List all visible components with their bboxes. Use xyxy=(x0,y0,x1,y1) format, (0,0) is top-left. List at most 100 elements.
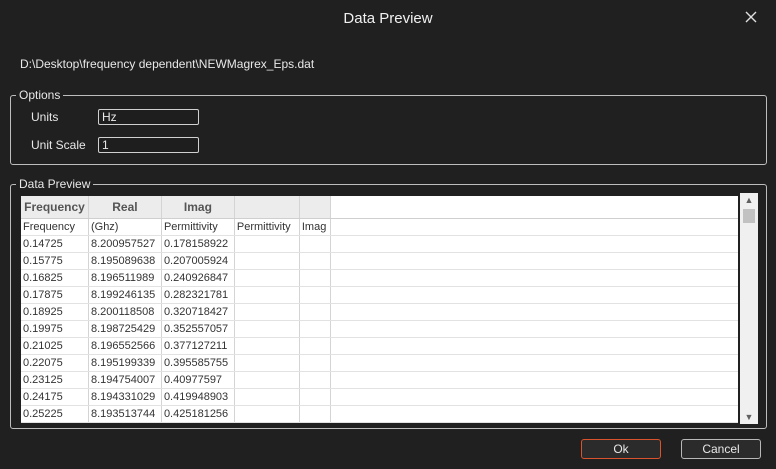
table-cell[interactable]: Permittivity xyxy=(161,218,235,236)
table-cell[interactable] xyxy=(234,337,300,355)
table-cell[interactable] xyxy=(299,252,331,270)
table-cell[interactable] xyxy=(299,388,331,406)
table-cell[interactable] xyxy=(330,388,738,406)
table-cell[interactable]: 0.178158922 xyxy=(161,235,235,253)
table-cell[interactable] xyxy=(234,405,300,423)
table-cell[interactable]: 8.193513744 xyxy=(88,405,162,423)
vertical-scrollbar[interactable]: ▲ ▼ xyxy=(740,193,758,424)
table-row[interactable]: 0.23125 8.194754007 0.40977597 xyxy=(21,371,738,389)
table-cell[interactable]: 0.17875 xyxy=(21,286,89,304)
table-cell[interactable]: 8.199246135 xyxy=(88,286,162,304)
table-cell[interactable]: 0.14725 xyxy=(21,235,89,253)
table-row[interactable]: 0.21025 8.196552566 0.377127211 xyxy=(21,337,738,355)
table-row[interactable]: 0.18925 8.200118508 0.320718427 xyxy=(21,303,738,321)
close-button[interactable] xyxy=(740,6,762,28)
table-cell[interactable] xyxy=(234,388,300,406)
table-cell[interactable]: (Ghz) xyxy=(88,218,162,236)
table-row[interactable]: 0.19975 8.198725429 0.352557057 xyxy=(21,320,738,338)
table-cell[interactable]: 0.377127211 xyxy=(161,337,235,355)
table-cell[interactable] xyxy=(330,405,738,423)
table-cell[interactable] xyxy=(234,252,300,270)
table-cell[interactable]: 8.195089638 xyxy=(88,252,162,270)
table-cell[interactable] xyxy=(299,286,331,304)
table-row[interactable]: 0.14725 8.200957527 0.178158922 xyxy=(21,235,738,253)
table-cell[interactable]: Imag xyxy=(299,218,331,236)
table-cell[interactable] xyxy=(330,252,738,270)
ok-button[interactable]: Ok xyxy=(581,439,661,459)
table-cell[interactable]: 0.25225 xyxy=(21,405,89,423)
scroll-up-arrow-icon[interactable]: ▲ xyxy=(740,193,758,207)
table-cell[interactable]: 0.352557057 xyxy=(161,320,235,338)
table-cell[interactable] xyxy=(330,235,738,253)
table-cell[interactable]: 0.425181256 xyxy=(161,405,235,423)
table-cell[interactable]: 0.395585755 xyxy=(161,354,235,372)
table-cell[interactable] xyxy=(299,320,331,338)
table-cell[interactable]: 0.282321781 xyxy=(161,286,235,304)
table-row[interactable]: 0.16825 8.196511989 0.240926847 xyxy=(21,269,738,287)
column-header[interactable] xyxy=(234,196,300,219)
table-row[interactable]: 0.24175 8.194331029 0.419948903 xyxy=(21,388,738,406)
column-header[interactable]: Real xyxy=(88,196,162,219)
table-cell[interactable] xyxy=(234,354,300,372)
table-cell[interactable]: 8.200118508 xyxy=(88,303,162,321)
scroll-thumb[interactable] xyxy=(743,209,755,223)
table-cell[interactable] xyxy=(330,371,738,389)
table-cell[interactable]: 8.196552566 xyxy=(88,337,162,355)
table-cell[interactable] xyxy=(234,371,300,389)
column-header[interactable]: Imag xyxy=(161,196,235,219)
table-cell[interactable]: 8.196511989 xyxy=(88,269,162,287)
table-cell[interactable] xyxy=(330,286,738,304)
table-cell[interactable]: 0.240926847 xyxy=(161,269,235,287)
table-cell[interactable] xyxy=(234,320,300,338)
table-cell[interactable]: 0.320718427 xyxy=(161,303,235,321)
table-cell[interactable]: 8.194754007 xyxy=(88,371,162,389)
table-cell[interactable]: 0.18925 xyxy=(21,303,89,321)
table-row[interactable]: 0.17875 8.199246135 0.282321781 xyxy=(21,286,738,304)
table-row[interactable]: 0.15775 8.195089638 0.207005924 xyxy=(21,252,738,270)
table-row[interactable]: 0.25225 8.193513744 0.425181256 xyxy=(21,405,738,423)
table-cell[interactable] xyxy=(330,354,738,372)
table-cell[interactable]: 0.15775 xyxy=(21,252,89,270)
table-cell[interactable]: 0.207005924 xyxy=(161,252,235,270)
table-cell[interactable] xyxy=(299,354,331,372)
table-cell[interactable] xyxy=(299,405,331,423)
table-cell[interactable] xyxy=(299,371,331,389)
table-cell[interactable]: 0.16825 xyxy=(21,269,89,287)
table-cell[interactable]: 0.21025 xyxy=(21,337,89,355)
table-cell[interactable] xyxy=(299,269,331,287)
table-cell[interactable] xyxy=(330,269,738,287)
table-cell[interactable]: 0.24175 xyxy=(21,388,89,406)
table-cell[interactable]: 0.22075 xyxy=(21,354,89,372)
cancel-button[interactable]: Cancel xyxy=(681,439,761,459)
table-row[interactable]: 0.22075 8.195199339 0.395585755 xyxy=(21,354,738,372)
table-cell[interactable]: 0.40977597 xyxy=(161,371,235,389)
data-grid[interactable]: Frequency Real Imag Frequency (Ghz) Permit… xyxy=(21,196,738,423)
table-cell[interactable] xyxy=(234,269,300,287)
table-cell[interactable] xyxy=(299,303,331,321)
table-cell[interactable]: 0.23125 xyxy=(21,371,89,389)
table-cell[interactable] xyxy=(330,303,738,321)
unit-scale-field[interactable] xyxy=(98,137,199,153)
table-cell[interactable]: 8.198725429 xyxy=(88,320,162,338)
scroll-down-arrow-icon[interactable]: ▼ xyxy=(740,410,758,424)
table-cell[interactable] xyxy=(234,235,300,253)
table-cell[interactable]: 0.419948903 xyxy=(161,388,235,406)
unit-scale-label: Unit Scale xyxy=(31,138,86,152)
table-cell[interactable] xyxy=(330,320,738,338)
units-field[interactable] xyxy=(98,109,199,125)
table-cell[interactable]: Permittivity xyxy=(234,218,300,236)
table-cell[interactable]: 8.195199339 xyxy=(88,354,162,372)
table-cell[interactable] xyxy=(234,303,300,321)
table-cell[interactable] xyxy=(299,337,331,355)
table-cell[interactable]: 0.19975 xyxy=(21,320,89,338)
table-cell[interactable] xyxy=(234,286,300,304)
table-cell[interactable] xyxy=(330,218,738,236)
column-header[interactable] xyxy=(299,196,331,219)
table-cell[interactable]: 8.200957527 xyxy=(88,235,162,253)
table-row[interactable]: Frequency (Ghz) Permittivity Permittivity Im… xyxy=(21,218,738,236)
table-cell[interactable]: Frequency xyxy=(21,218,89,236)
table-cell[interactable]: 8.194331029 xyxy=(88,388,162,406)
table-cell[interactable] xyxy=(299,235,331,253)
table-cell[interactable] xyxy=(330,337,738,355)
column-header[interactable]: Frequency xyxy=(21,196,89,219)
